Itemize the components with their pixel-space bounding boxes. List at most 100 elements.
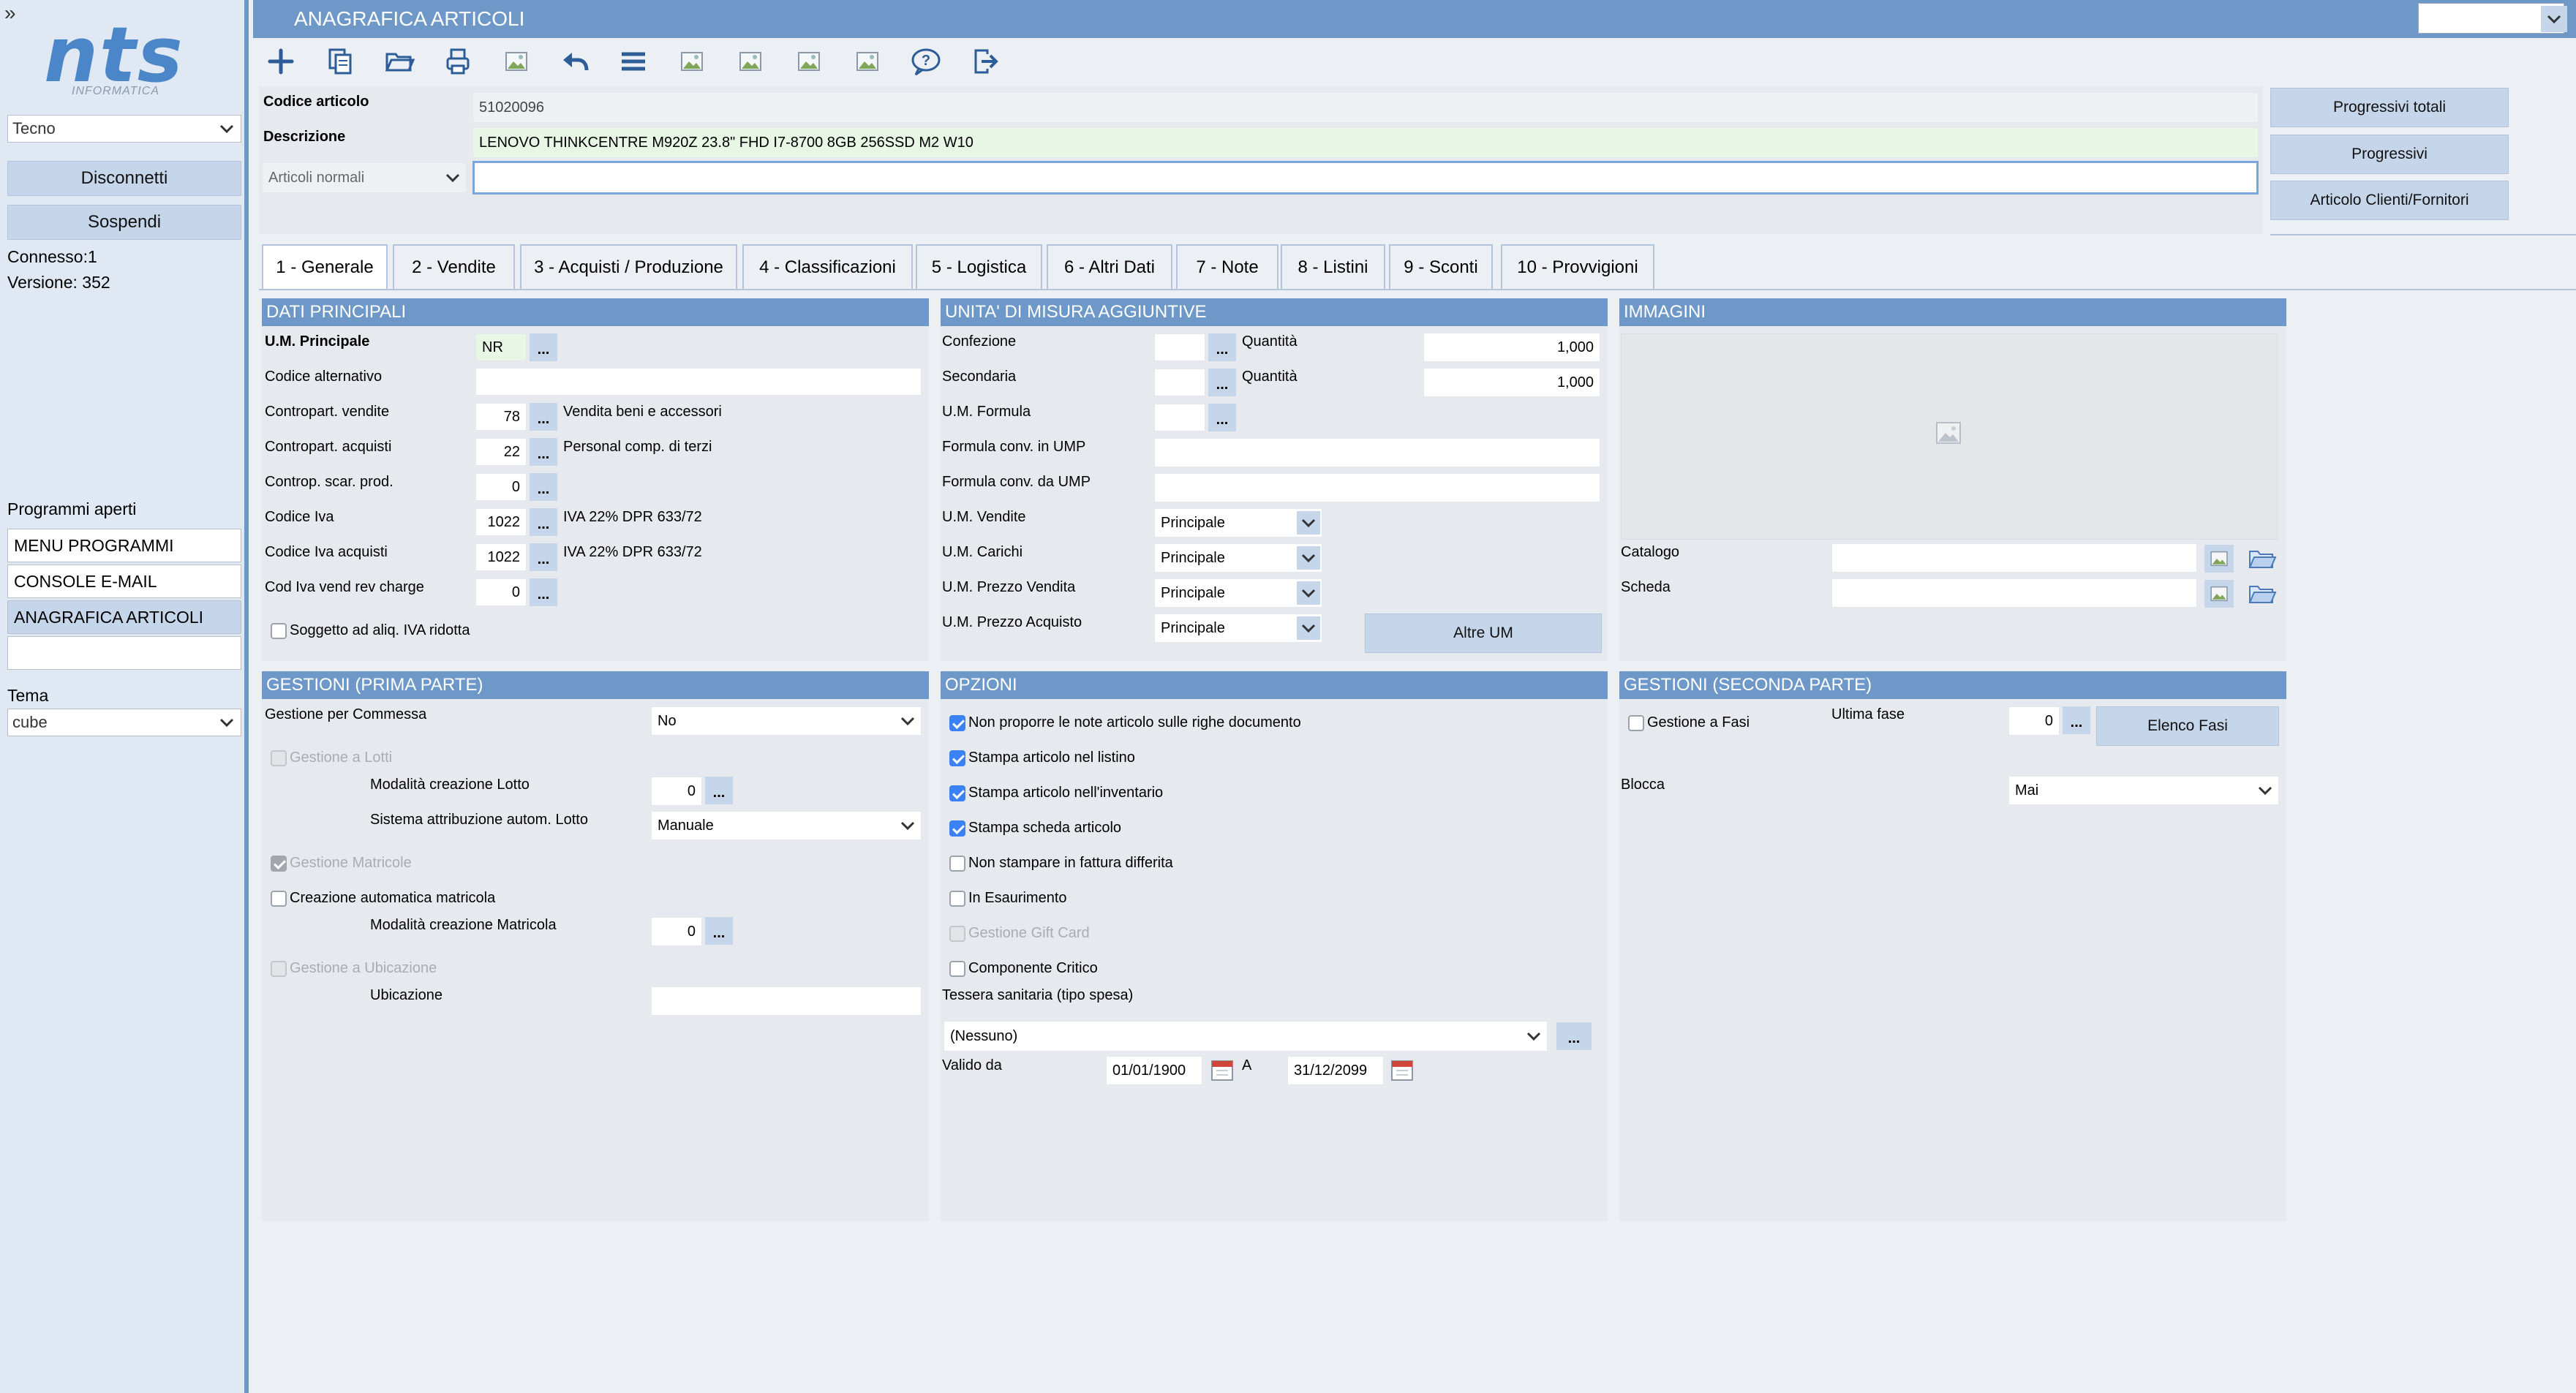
image-icon[interactable]: [850, 44, 885, 79]
lookup-button[interactable]: ...: [530, 333, 557, 361]
articolo-clienti-fornitori-button[interactable]: Articolo Clienti/Fornitori: [2270, 181, 2509, 220]
catalogo-field[interactable]: [1831, 543, 2197, 573]
tab-vendite[interactable]: 2 - Vendite: [393, 244, 515, 290]
gestione-lotti-checkbox[interactable]: [271, 750, 287, 766]
tab-altri-dati[interactable]: 6 - Altri Dati: [1047, 244, 1172, 290]
modalita-lotto-field[interactable]: 0: [651, 777, 702, 806]
lookup-button[interactable]: ...: [530, 578, 557, 606]
ubicazione-field[interactable]: [651, 986, 922, 1016]
progressivi-button[interactable]: Progressivi: [2270, 135, 2509, 174]
descrizione-estesa-field[interactable]: [472, 161, 2259, 195]
disconnect-button[interactable]: Disconnetti: [7, 161, 241, 196]
tab-logistica[interactable]: 5 - Logistica: [916, 244, 1042, 290]
um-vendite-select[interactable]: Principale: [1154, 508, 1322, 537]
um-carichi-select[interactable]: Principale: [1154, 543, 1322, 573]
lookup-button[interactable]: ...: [530, 543, 557, 571]
modalita-matricola-field[interactable]: 0: [651, 917, 702, 946]
exit-icon[interactable]: [967, 44, 1002, 79]
tab-sconti[interactable]: 9 - Sconti: [1389, 244, 1493, 290]
valido-da-field[interactable]: 01/01/1900: [1106, 1056, 1202, 1085]
elenco-fasi-button[interactable]: Elenco Fasi: [2096, 706, 2279, 746]
lookup-button[interactable]: ...: [530, 438, 557, 466]
image-icon[interactable]: [791, 44, 826, 79]
creazione-matricola-checkbox[interactable]: [271, 891, 287, 907]
um-principale-field[interactable]: NR: [475, 333, 527, 361]
opzione-checkbox[interactable]: [949, 891, 965, 907]
gestione-fasi-checkbox[interactable]: [1628, 715, 1644, 731]
controp-scar-field[interactable]: 0: [475, 473, 527, 501]
tab-provvigioni[interactable]: 10 - Provvigioni: [1501, 244, 1654, 290]
opzione-checkbox[interactable]: [949, 856, 965, 872]
company-select[interactable]: Tecno: [7, 115, 241, 143]
scheda-field[interactable]: [1831, 578, 2197, 608]
contropart-acquisti-field[interactable]: 22: [475, 438, 527, 466]
menu-icon[interactable]: [616, 44, 651, 79]
folder-icon[interactable]: [2247, 545, 2278, 573]
lookup-button[interactable]: ...: [530, 473, 557, 501]
progressivi-totali-button[interactable]: Progressivi totali: [2270, 88, 2509, 127]
lookup-button[interactable]: ...: [705, 917, 733, 945]
codice-articolo-field[interactable]: 51020096: [472, 92, 2259, 123]
opzione-checkbox[interactable]: [949, 926, 965, 942]
calendar-icon[interactable]: [1210, 1057, 1235, 1082]
tab-acquisti-produzione[interactable]: 3 - Acquisti / Produzione: [520, 244, 737, 290]
program-item-anagrafica[interactable]: ANAGRAFICA ARTICOLI: [7, 600, 241, 634]
opzione-checkbox[interactable]: [949, 785, 965, 801]
open-folder-icon[interactable]: [382, 44, 417, 79]
undo-icon[interactable]: [557, 44, 592, 79]
help-icon[interactable]: ?: [908, 44, 944, 79]
calendar-icon[interactable]: [1390, 1057, 1415, 1082]
descrizione-field[interactable]: LENOVO THINKCENTRE M920Z 23.8" FHD I7-87…: [472, 127, 2259, 158]
commessa-select[interactable]: No: [651, 706, 922, 736]
lookup-button[interactable]: ...: [1208, 333, 1236, 361]
gestione-matricole-checkbox[interactable]: [271, 856, 287, 872]
chevron-down-icon[interactable]: [2541, 6, 2567, 32]
lookup-button[interactable]: ...: [530, 403, 557, 431]
codice-iva-acquisti-field[interactable]: 1022: [475, 543, 527, 571]
plus-icon[interactable]: [263, 44, 298, 79]
soggetto-iva-ridotta-checkbox[interactable]: [271, 623, 287, 639]
codice-iva-field[interactable]: 1022: [475, 508, 527, 536]
folder-icon[interactable]: [2247, 580, 2278, 608]
sistema-lotto-select[interactable]: Manuale: [651, 811, 922, 840]
program-item-menu[interactable]: MENU PROGRAMMI: [7, 529, 241, 562]
lookup-button[interactable]: ...: [705, 777, 733, 804]
lookup-button[interactable]: ...: [2063, 706, 2090, 734]
tipo-articolo-select[interactable]: Articoli normali: [262, 162, 467, 193]
image-icon[interactable]: [2204, 545, 2234, 573]
tab-generale[interactable]: 1 - Generale: [262, 244, 388, 290]
opzione-checkbox[interactable]: [949, 750, 965, 766]
secondaria-field[interactable]: [1154, 369, 1205, 396]
tab-classificazioni[interactable]: 4 - Classificazioni: [742, 244, 913, 290]
ultima-fase-field[interactable]: 0: [2008, 706, 2060, 736]
image-icon[interactable]: [2204, 580, 2234, 608]
blocca-select[interactable]: Mai: [2008, 776, 2279, 805]
cod-iva-rev-charge-field[interactable]: 0: [475, 578, 527, 606]
opzione-checkbox[interactable]: [949, 961, 965, 977]
valido-a-field[interactable]: 31/12/2099: [1287, 1056, 1384, 1085]
suspend-button[interactable]: Sospendi: [7, 205, 241, 240]
um-formula-field[interactable]: [1154, 404, 1205, 431]
tab-note[interactable]: 7 - Note: [1176, 244, 1278, 290]
um-prezzo-acquisto-select[interactable]: Principale: [1154, 614, 1322, 643]
confezione-field[interactable]: [1154, 333, 1205, 361]
formula-in-ump-field[interactable]: [1154, 438, 1600, 467]
lookup-button[interactable]: ...: [1208, 369, 1236, 396]
program-item-console-email[interactable]: CONSOLE E-MAIL: [7, 565, 241, 598]
gestione-ubicazione-checkbox[interactable]: [271, 961, 287, 977]
image-icon[interactable]: [499, 44, 534, 79]
image-icon[interactable]: [733, 44, 768, 79]
tessera-sanitaria-select[interactable]: (Nessuno): [944, 1021, 1548, 1052]
contropart-vendite-field[interactable]: 78: [475, 403, 527, 431]
opzione-checkbox[interactable]: [949, 715, 965, 731]
um-prezzo-vendita-select[interactable]: Principale: [1154, 578, 1322, 608]
expand-sidebar-icon[interactable]: »: [4, 1, 16, 25]
print-icon[interactable]: [440, 44, 475, 79]
image-icon[interactable]: [674, 44, 709, 79]
altre-um-button[interactable]: Altre UM: [1365, 614, 1602, 653]
lookup-button[interactable]: ...: [530, 508, 557, 536]
lookup-button[interactable]: ...: [1208, 404, 1236, 431]
lookup-button[interactable]: ...: [1556, 1022, 1592, 1050]
copy-icon[interactable]: [323, 44, 358, 79]
opzione-checkbox[interactable]: [949, 820, 965, 837]
